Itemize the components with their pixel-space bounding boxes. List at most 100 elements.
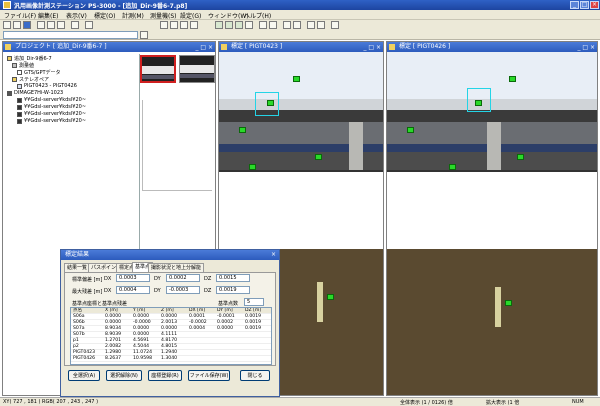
- minimize-button[interactable]: _: [570, 1, 579, 9]
- tree-item-pair[interactable]: PIGT0423 - PIGT0426: [24, 83, 77, 89]
- camera-icon: [7, 91, 12, 96]
- status-coords: XY( 727 , 181 ) RGB( 207 , 243 , 247 ): [3, 399, 99, 405]
- tab-summary[interactable]: 結果一覧: [64, 263, 91, 272]
- point-marker[interactable]: [449, 164, 456, 170]
- cut-icon[interactable]: [37, 21, 45, 29]
- maximize-button[interactable]: □: [580, 1, 589, 9]
- data-icon: [17, 70, 22, 75]
- cascade-icon[interactable]: [269, 21, 277, 29]
- save-icon[interactable]: [23, 21, 31, 29]
- line-icon[interactable]: [170, 21, 178, 29]
- stereo-icon[interactable]: [283, 21, 291, 29]
- roof: [387, 99, 597, 110]
- menu-edit[interactable]: 編集(E): [38, 11, 58, 20]
- point-count-field[interactable]: 5: [244, 298, 264, 306]
- std-dz-field[interactable]: 0.0015: [216, 274, 250, 282]
- close-icon[interactable]: ×: [271, 250, 276, 260]
- zoom-out-icon[interactable]: [235, 21, 243, 29]
- status-num: NUM: [572, 399, 584, 405]
- point-marker[interactable]: [249, 164, 256, 170]
- max-dx-field[interactable]: 0.0004: [116, 286, 150, 294]
- point-marker[interactable]: [509, 76, 516, 82]
- tile-icon[interactable]: [259, 21, 267, 29]
- menu-orientation[interactable]: 標定(O): [94, 11, 115, 20]
- register-coords-button[interactable]: 座標登録(R): [148, 370, 182, 381]
- select-all-button[interactable]: 全選択(A): [68, 370, 100, 381]
- tree-item-gts[interactable]: GTS/GPTデータ: [24, 69, 61, 76]
- point-marker[interactable]: [505, 300, 512, 306]
- open-icon[interactable]: [13, 21, 21, 29]
- point-marker[interactable]: [407, 127, 414, 133]
- menu-window[interactable]: ウィンドウ(W): [208, 11, 249, 20]
- layer-icon[interactable]: [140, 31, 148, 39]
- window-title: 汎用画像計測ステーション PS-3000 - [追加_Dir-9番6-7.p8]: [14, 3, 188, 10]
- save-file-button[interactable]: ファイル保存(W): [188, 370, 230, 381]
- copy-icon[interactable]: [47, 21, 55, 29]
- close-dialog-button[interactable]: 閉じる: [240, 370, 270, 381]
- tree-item-image[interactable]: ¥¥Gdsl-server¥kdsl¥20~: [24, 111, 86, 117]
- panel-buttons[interactable]: _ □ ×: [363, 43, 381, 52]
- point-marker[interactable]: [267, 100, 274, 106]
- measure-icon[interactable]: [293, 21, 301, 29]
- layer-combo[interactable]: [3, 31, 138, 39]
- status-zoom: 拡大表示 (1 倍: [486, 400, 520, 406]
- tree-item-image[interactable]: ¥¥Gdsl-server¥kdsl¥20~: [24, 97, 86, 103]
- app-icon: [3, 1, 11, 9]
- tree-item-camera[interactable]: DIMAGE7Hi-W-1023: [14, 90, 63, 96]
- tab-shooting-conditions[interactable]: 撮影状況と地上分解能: [148, 263, 205, 272]
- tree-item-image[interactable]: ¥¥Gdsl-server¥kdsl¥20~: [24, 118, 86, 124]
- rect-icon[interactable]: [180, 21, 188, 29]
- pillar: [487, 122, 501, 170]
- point-marker[interactable]: [517, 154, 524, 160]
- project-icon: [7, 56, 12, 61]
- deselect-button[interactable]: 選択解除(N): [106, 370, 142, 381]
- print-icon[interactable]: [71, 21, 79, 29]
- menu-help[interactable]: ヘルプ(H): [244, 11, 271, 20]
- max-dy-field[interactable]: -0.0003: [166, 286, 200, 294]
- panel-buttons[interactable]: _ □ ×: [195, 43, 213, 52]
- fit-icon[interactable]: [245, 21, 253, 29]
- point-marker[interactable]: [315, 154, 322, 160]
- std-dx-field[interactable]: 0.0003: [116, 274, 150, 282]
- control-point-table[interactable]: 点名 X [m] Y [m] Z [m] DX [m] DY [m] DZ [m…: [70, 307, 272, 365]
- table-row[interactable]: PIGT0426 8.2637 10.9598 1.3040: [71, 356, 271, 362]
- move-icon[interactable]: [215, 21, 223, 29]
- new-icon[interactable]: [3, 21, 11, 29]
- tree-item-root[interactable]: 追加_Dir-9番6-7: [14, 55, 52, 62]
- zoom-in-icon[interactable]: [225, 21, 233, 29]
- table-body: S06a 0.0000 0.0000 0.0000 0.0001 -0.0001 0.001…: [71, 314, 271, 362]
- table-cell: 8.2637: [105, 356, 122, 361]
- project-title-bar: プロジェクト [ 追加_Dir-9番6-7 ] _ □ ×: [3, 42, 215, 52]
- thumbnail-selected[interactable]: [140, 55, 176, 83]
- image-icon: [17, 119, 22, 124]
- dy-label: DY: [154, 288, 161, 294]
- settings-icon[interactable]: [331, 21, 339, 29]
- chart-icon[interactable]: [317, 21, 325, 29]
- thumbnail[interactable]: [179, 55, 215, 83]
- close-button[interactable]: ×: [590, 1, 599, 9]
- point-marker[interactable]: [239, 127, 246, 133]
- polygon-icon[interactable]: [190, 21, 198, 29]
- dialog-title: 標定結果: [65, 251, 90, 258]
- menu-surveying[interactable]: 測量機(S): [150, 11, 177, 20]
- view-left-title-bar: 標定 [ PIGT0423 ] _ □ ×: [219, 42, 383, 52]
- tree-item-stereo[interactable]: ステレオペア: [19, 76, 49, 83]
- paste-icon[interactable]: [57, 21, 65, 29]
- std-dy-field[interactable]: 0.0002: [166, 274, 200, 282]
- point-marker[interactable]: [327, 294, 334, 300]
- panel-buttons[interactable]: _ □ ×: [577, 43, 595, 52]
- point-marker[interactable]: [293, 76, 300, 82]
- menu-settings[interactable]: 設定(G): [180, 11, 201, 20]
- menu-measure[interactable]: 計測(M): [122, 11, 144, 20]
- grid-icon[interactable]: [307, 21, 315, 29]
- folder-icon: [5, 44, 11, 50]
- max-dz-field[interactable]: 0.0019: [216, 286, 250, 294]
- point-icon[interactable]: [160, 21, 168, 29]
- point-marker[interactable]: [475, 100, 482, 106]
- help-icon[interactable]: [85, 21, 93, 29]
- tree-item-survey[interactable]: 測量値: [19, 62, 34, 69]
- menu-file[interactable]: ファイル(F): [4, 11, 36, 20]
- menu-view[interactable]: 表示(V): [66, 11, 87, 20]
- graph-axis: [142, 100, 143, 190]
- tree-item-image[interactable]: ¥¥Gdsl-server¥kdsl¥20~: [24, 104, 86, 110]
